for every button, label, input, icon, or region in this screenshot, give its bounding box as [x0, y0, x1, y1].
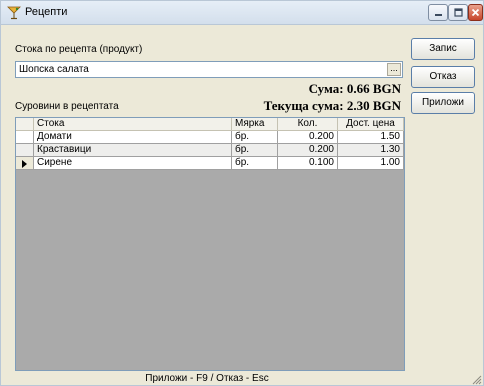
cell-unit[interactable]: бр.	[232, 131, 278, 144]
cell-item[interactable]: Домати	[34, 131, 232, 144]
column-header-item[interactable]: Стока	[34, 118, 232, 131]
cell-item[interactable]: Краставици	[34, 144, 232, 157]
table-row-current[interactable]: Сирене бр. 0.100 1.00	[16, 157, 404, 170]
maximize-icon	[453, 8, 463, 17]
minimize-icon	[434, 14, 442, 16]
grid-header: Стока Мярка Кол. Дост. цена	[16, 118, 404, 131]
current-row-arrow-icon	[22, 160, 27, 168]
row-indicator-cell[interactable]	[16, 144, 34, 157]
cell-unit[interactable]: бр.	[232, 157, 278, 170]
column-header-qty[interactable]: Кол.	[278, 118, 338, 131]
cell-qty[interactable]: 0.100	[278, 157, 338, 170]
materials-label: Суровини в рецептата	[15, 101, 119, 112]
sum-text: Сума: 0.66 BGN	[308, 81, 401, 96]
cell-unit[interactable]: бр.	[232, 144, 278, 157]
close-icon	[471, 8, 480, 17]
cell-qty[interactable]: 0.200	[278, 131, 338, 144]
apply-button[interactable]: Приложи	[411, 92, 475, 114]
column-header-price[interactable]: Дост. цена	[338, 118, 404, 131]
product-label: Стока по рецепта (продукт)	[15, 44, 143, 55]
browse-product-button[interactable]: ...	[387, 63, 401, 76]
row-indicator-cell[interactable]	[16, 131, 34, 144]
window-title: Рецепти	[25, 6, 68, 18]
product-value: Шопска салата	[19, 64, 89, 75]
resize-grip-icon[interactable]	[471, 374, 482, 385]
close-button[interactable]	[468, 4, 483, 21]
materials-grid[interactable]: Стока Мярка Кол. Дост. цена Домати бр. 0…	[15, 117, 405, 371]
minimize-button[interactable]	[428, 4, 448, 21]
cocktail-glass-icon	[7, 6, 21, 20]
cell-price[interactable]: 1.50	[338, 131, 404, 144]
cell-price[interactable]: 1.30	[338, 144, 404, 157]
current-sum-text: Текуща сума: 2.30 BGN	[263, 98, 401, 113]
status-text: Приложи - F9 / Отказ - Esc	[145, 373, 269, 384]
table-row[interactable]: Краставици бр. 0.200 1.30	[16, 144, 404, 157]
cell-item[interactable]: Сирене	[34, 157, 232, 170]
save-button[interactable]: Запис	[411, 38, 475, 60]
cell-qty[interactable]: 0.200	[278, 144, 338, 157]
header-indicator-cell	[16, 118, 34, 131]
title-bar[interactable]: Рецепти	[1, 1, 483, 25]
recipes-window: Рецепти Стока по рецепта (продукт) Шопск…	[0, 0, 484, 386]
column-header-unit[interactable]: Мярка	[232, 118, 278, 131]
row-indicator-cell[interactable]	[16, 157, 34, 170]
status-bar: Приложи - F9 / Отказ - Esc	[1, 372, 483, 386]
product-field[interactable]: Шопска салата	[15, 61, 403, 78]
cell-price[interactable]: 1.00	[338, 157, 404, 170]
maximize-button[interactable]	[448, 4, 468, 21]
cancel-button[interactable]: Отказ	[411, 66, 475, 88]
table-row[interactable]: Домати бр. 0.200 1.50	[16, 131, 404, 144]
